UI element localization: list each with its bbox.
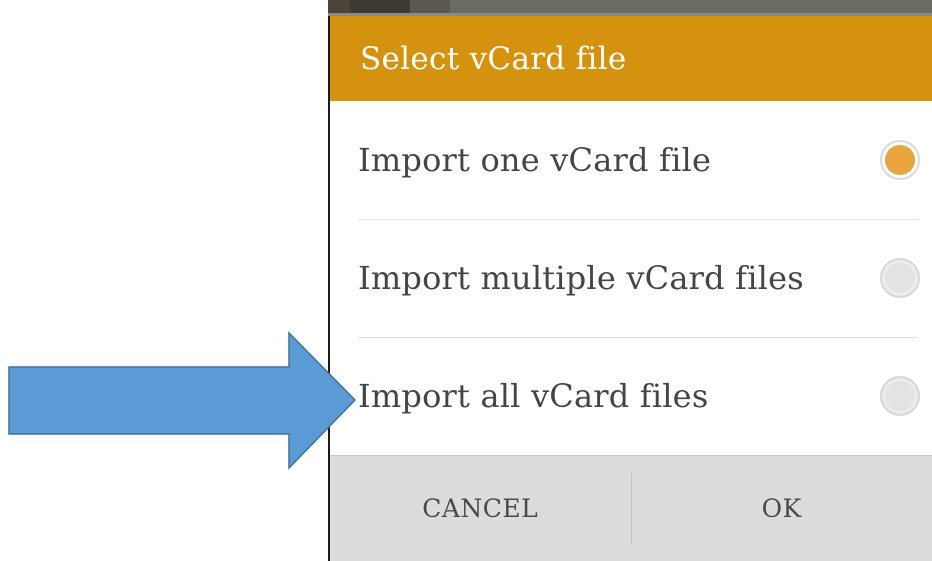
radio-import-all[interactable] <box>880 376 920 416</box>
background-app-strip <box>328 0 932 16</box>
option-import-multiple[interactable]: Import multiple vCard files <box>330 219 932 337</box>
radio-import-multiple[interactable] <box>880 258 920 298</box>
option-label: Import all vCard files <box>358 377 709 415</box>
option-import-all[interactable]: Import all vCard files <box>330 337 932 455</box>
dialog-footer: CANCEL OK <box>330 455 932 561</box>
option-label: Import one vCard file <box>358 141 712 179</box>
dialog-title: Select vCard file <box>360 40 627 77</box>
dialog-header: Select vCard file <box>330 16 932 101</box>
options-list: Import one vCard file Import multiple vC… <box>330 101 932 455</box>
screen: Select vCard file Import one vCard file … <box>0 0 932 561</box>
option-label: Import multiple vCard files <box>358 259 804 297</box>
ok-button[interactable]: OK <box>632 456 932 561</box>
radio-import-one[interactable] <box>880 140 920 180</box>
cancel-button[interactable]: CANCEL <box>330 456 631 561</box>
select-vcard-dialog: Select vCard file Import one vCard file … <box>328 16 932 561</box>
option-import-one[interactable]: Import one vCard file <box>330 101 932 219</box>
